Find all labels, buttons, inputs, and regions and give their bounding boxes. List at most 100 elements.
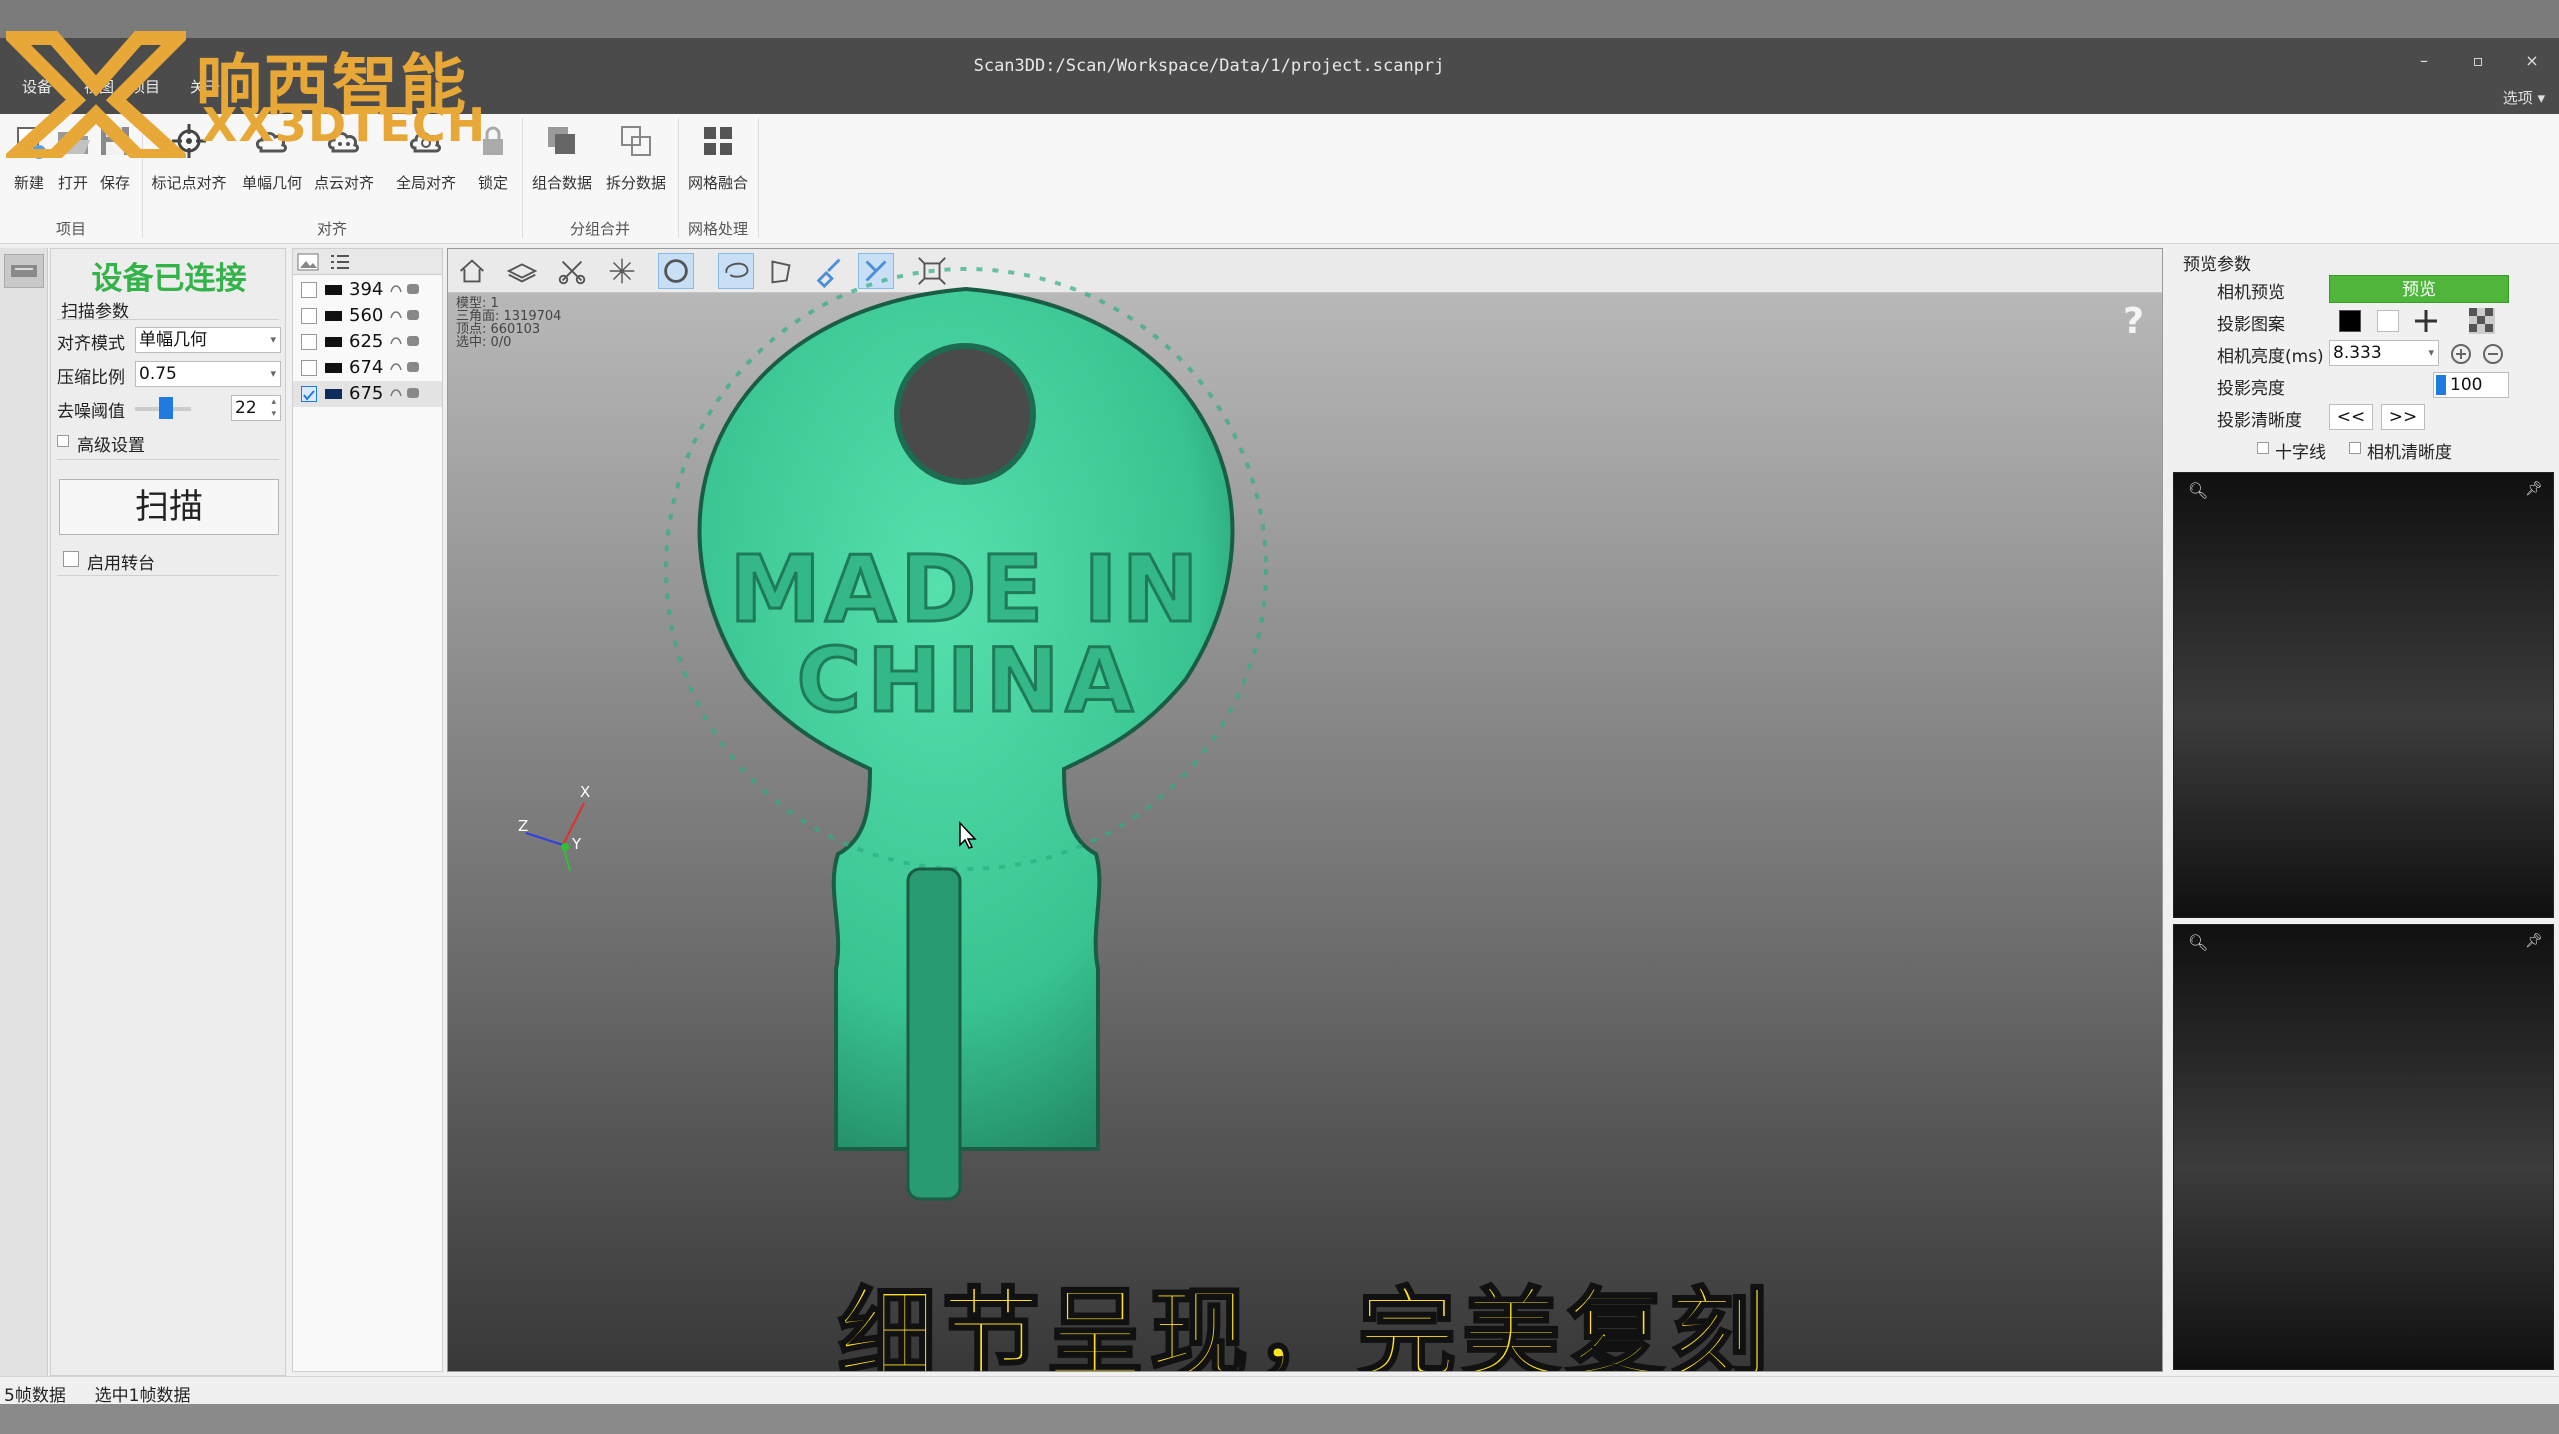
checker-pattern-icon[interactable] — [2469, 308, 2495, 334]
frame-status-icon — [390, 388, 419, 398]
group-label-project: 项目 — [55, 220, 86, 238]
scan-button[interactable]: 扫描 — [59, 479, 279, 535]
split-data-button[interactable]: 拆分数据 — [600, 114, 672, 200]
frame-checkbox[interactable] — [301, 360, 317, 376]
magnify-icon[interactable]: 🔍︎ — [2188, 933, 2208, 952]
axis-gizmo: X Z Y — [518, 783, 590, 872]
split-icon — [621, 126, 651, 156]
projection-pattern-label: 投影图案 — [2217, 315, 2285, 335]
camera-brightness-value: 8.333 — [2333, 343, 2382, 363]
camera-view-2[interactable]: 🔍︎ 📌︎ — [2173, 924, 2554, 1370]
marker-align-label: 标记点对齐 — [151, 174, 227, 192]
sharpness-prev-button[interactable]: << — [2329, 404, 2373, 430]
lock-label: 锁定 — [477, 174, 508, 192]
combine-data-label: 组合数据 — [531, 174, 592, 192]
projection-brightness-label: 投影亮度 — [2217, 379, 2285, 399]
scan-panel: 设备已连接 扫描参数 对齐模式 单幅几何 ▾ 压缩比例 0.75 ▾ 去噪阈值 … — [50, 248, 286, 1376]
magnify-icon[interactable]: 🔍︎ — [2188, 481, 2208, 500]
zoom-in-icon[interactable] — [2449, 342, 2473, 366]
image-view-icon[interactable] — [297, 252, 319, 272]
mesh-fuse-button[interactable]: 网格融合 — [682, 114, 754, 200]
pin-icon[interactable]: 📌︎ — [2525, 481, 2543, 497]
frame-id: 675 — [349, 383, 384, 404]
frame-id: 625 — [349, 331, 384, 352]
pin-icon[interactable]: 📌︎ — [2525, 933, 2543, 949]
preview-button[interactable]: 预览 — [2329, 275, 2509, 303]
list-item[interactable]: 560 — [293, 303, 442, 329]
projection-sharpness-label: 投影清晰度 — [2217, 411, 2302, 431]
crosshair-pattern-icon[interactable] — [2413, 308, 2439, 334]
frame-checkbox[interactable] — [301, 334, 317, 350]
compress-ratio-select[interactable]: 0.75 ▾ — [135, 361, 281, 387]
frame-checkbox[interactable] — [301, 282, 317, 298]
divider — [57, 575, 279, 576]
status-selected-count: 选中1帧数据 — [94, 1386, 191, 1406]
model-text-china: CHINA — [797, 629, 1140, 732]
brand-logo: 响西智能 XX3DTECH — [6, 28, 526, 160]
frame-checkbox[interactable] — [301, 308, 317, 324]
restore-button[interactable]: ▫ — [2458, 46, 2498, 76]
camera-sharpness-checkbox[interactable] — [2349, 442, 2361, 454]
pattern-white-swatch[interactable] — [2377, 310, 2399, 332]
3d-viewport[interactable]: 模型: 1 三角面: 1319704 顶点: 660103 选中: 0/0 ? … — [447, 248, 2163, 1372]
connection-status: 设备已连接 — [91, 261, 247, 297]
frame-id: 674 — [349, 357, 384, 378]
denoise-label: 去噪阈值 — [57, 402, 125, 422]
list-view-icon[interactable] — [329, 252, 351, 272]
divider — [57, 459, 279, 460]
advanced-settings-label: 高级设置 — [77, 436, 145, 456]
options-menu[interactable]: 选项 ▾ — [2503, 87, 2545, 108]
list-item[interactable]: 675 — [293, 381, 442, 407]
grid-mesh-icon — [704, 127, 732, 155]
turntable-checkbox[interactable] — [63, 551, 79, 567]
camera-brightness-label: 相机亮度(ms) — [2217, 347, 2324, 367]
frame-color-swatch — [325, 311, 342, 321]
zoom-out-icon[interactable] — [2481, 342, 2505, 366]
chevron-down-icon: ▾ — [270, 367, 276, 380]
status-bar: 5帧数据 选中1帧数据 — [0, 1376, 2559, 1406]
crosshair-checkbox[interactable] — [2257, 442, 2269, 454]
group-separator — [758, 118, 759, 238]
global-align-label: 全局对齐 — [395, 174, 456, 192]
list-item[interactable]: 674 — [293, 355, 442, 381]
preview-panel: 预览参数 相机预览 预览 投影图案 相机亮度(ms) 8.333 ▾ 投影亮度 … — [2173, 248, 2559, 1376]
projection-brightness-input[interactable]: 100 — [2433, 372, 2509, 398]
compress-ratio-value: 0.75 — [139, 364, 177, 384]
align-mode-select[interactable]: 单幅几何 ▾ — [135, 327, 281, 353]
close-button[interactable]: × — [2512, 46, 2552, 76]
new-label: 新建 — [13, 174, 44, 192]
save-label: 保存 — [99, 174, 130, 192]
logo-x-icon — [6, 31, 186, 158]
frame-list-panel: 394 560 625 674 675 — [292, 248, 443, 1372]
video-subtitle: 细节呈现，完美复刻 — [836, 1277, 1774, 1372]
chevron-down-icon: ▾ — [270, 333, 276, 346]
projection-brightness-value: 100 — [2450, 375, 2483, 395]
advanced-settings-checkbox[interactable] — [57, 435, 69, 447]
list-item[interactable]: 625 — [293, 329, 442, 355]
denoise-value: 22 — [235, 398, 257, 418]
group-label-group-merge: 分组合并 — [569, 220, 630, 238]
minimize-button[interactable]: – — [2404, 46, 2444, 76]
align-mode-label: 对齐模式 — [57, 334, 125, 354]
camera-view-1[interactable]: 🔍︎ 📌︎ — [2173, 472, 2554, 918]
frame-color-swatch — [325, 337, 342, 347]
key-model: MADE IN CHINA X Z Y — [518, 267, 1268, 1201]
key-groove — [906, 867, 962, 1201]
open-label: 打开 — [57, 174, 88, 192]
pattern-black-swatch[interactable] — [2339, 310, 2361, 332]
list-item[interactable]: 394 — [293, 277, 442, 303]
camera-brightness-input[interactable]: 8.333 ▾ — [2329, 340, 2439, 366]
device-tab[interactable] — [4, 254, 44, 288]
brightness-slider-handle[interactable] — [2436, 375, 2446, 395]
divider — [57, 319, 279, 320]
combine-icon — [548, 127, 575, 154]
crosshair-label: 十字线 — [2275, 443, 2326, 463]
combine-data-button[interactable]: 组合数据 — [526, 114, 598, 200]
denoise-slider-handle[interactable] — [159, 397, 173, 419]
denoise-spinbox[interactable]: 22 ▴ ▾ — [231, 395, 281, 421]
split-data-label: 拆分数据 — [605, 174, 666, 192]
sharpness-next-button[interactable]: >> — [2381, 404, 2425, 430]
group-label-mesh: 网格处理 — [687, 220, 748, 238]
frame-checkbox[interactable] — [301, 386, 317, 402]
axis-y-label: Y — [571, 835, 582, 853]
